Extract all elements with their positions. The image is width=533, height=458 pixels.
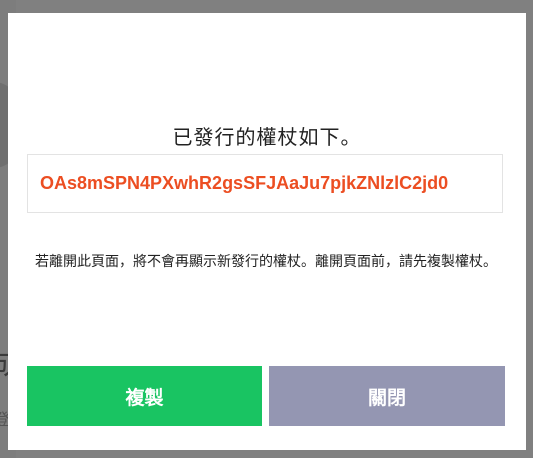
close-button[interactable]: 關閉 [269, 366, 505, 426]
token-value[interactable]: OAs8mSPN4PXwhR2gsSFJAaJu7pjkZNlzlC2jd0 [28, 173, 448, 194]
copy-button[interactable]: 複製 [27, 366, 262, 426]
dialog-title: 已發行的權杖如下。 [172, 125, 362, 149]
token-issued-dialog: 已發行的權杖如下。 OAs8mSPN4PXwhR2gsSFJAaJu7pjkZN… [8, 13, 526, 450]
token-field[interactable]: OAs8mSPN4PXwhR2gsSFJAaJu7pjkZNlzlC2jd0 [27, 154, 503, 213]
dialog-notice: 若離開此頁面，將不會再顯示新發行的權杖。離開頁面前，請先複製權杖。 [35, 254, 497, 270]
